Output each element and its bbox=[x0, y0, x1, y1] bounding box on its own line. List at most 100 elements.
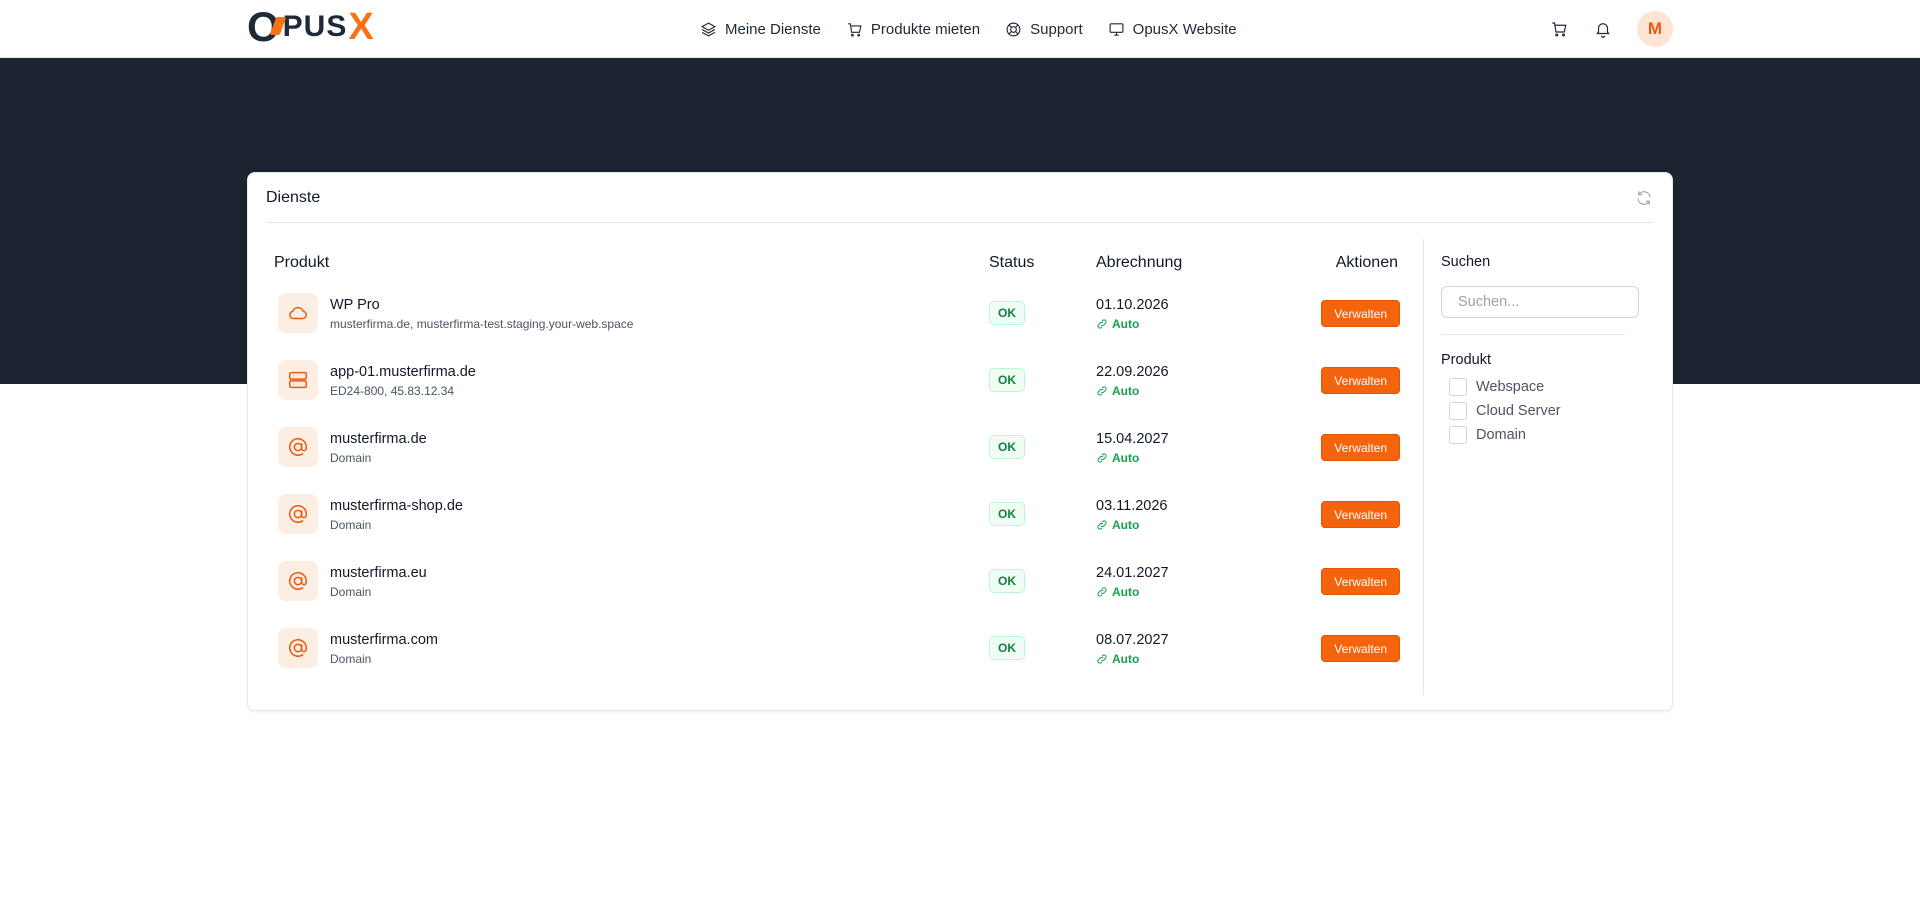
notifications-button[interactable] bbox=[1593, 19, 1613, 39]
billing-mode-label: Auto bbox=[1112, 384, 1140, 398]
card-title: Dienste bbox=[266, 188, 321, 206]
refresh-button[interactable] bbox=[1634, 188, 1654, 208]
billing-mode: Auto bbox=[1096, 585, 1139, 599]
table-row: musterfirma.eu Domain OK 24.01.2027 Auto… bbox=[273, 552, 1425, 619]
table-row: musterfirma.com Domain OK 08.07.2027 Aut… bbox=[273, 619, 1425, 686]
nav-item-meine-dienste[interactable]: Meine Dienste bbox=[700, 21, 821, 38]
status-badge: OK bbox=[989, 636, 1025, 660]
manage-button[interactable]: Verwalten bbox=[1321, 501, 1400, 528]
manage-button[interactable]: Verwalten bbox=[1321, 300, 1400, 327]
nav-item-support[interactable]: Support bbox=[1005, 21, 1083, 38]
bell-icon bbox=[1596, 23, 1610, 38]
nav-item-label: Support bbox=[1030, 20, 1083, 38]
at-icon bbox=[289, 639, 307, 657]
product-name: app-01.musterfirma.de bbox=[330, 364, 476, 380]
billing-mode-label: Auto bbox=[1112, 652, 1140, 666]
product-details: Domain bbox=[330, 451, 372, 465]
product-icon-tile bbox=[278, 628, 318, 668]
billing-mode: Auto bbox=[1096, 384, 1139, 398]
product-details: Domain bbox=[330, 518, 372, 532]
product-name: musterfirma.com bbox=[330, 632, 438, 648]
search-label: Suchen bbox=[1441, 254, 1491, 270]
product-name: musterfirma-shop.de bbox=[330, 498, 463, 514]
services-table: Produkt Status Abrechnung Aktionen WP Pr… bbox=[273, 238, 1425, 686]
product-details: Domain bbox=[330, 652, 372, 666]
filter-cloud-server[interactable]: Cloud Server bbox=[1449, 402, 1561, 420]
link-icon bbox=[1097, 654, 1107, 664]
billing-mode-label: Auto bbox=[1112, 518, 1140, 532]
top-navigation-bar: O PUS X Meine Dienste Produkte mieten Su… bbox=[0, 0, 1920, 58]
manage-button[interactable]: Verwalten bbox=[1321, 568, 1400, 595]
user-avatar[interactable]: M bbox=[1637, 11, 1673, 47]
checkbox[interactable] bbox=[1449, 402, 1467, 420]
manage-button[interactable]: Verwalten bbox=[1321, 367, 1400, 394]
filter-label: Produkt bbox=[1441, 352, 1491, 368]
product-details: Domain bbox=[330, 585, 372, 599]
filter-domain[interactable]: Domain bbox=[1449, 426, 1526, 444]
product-name: musterfirma.eu bbox=[330, 565, 427, 581]
billing-date: 22.09.2026 bbox=[1096, 364, 1169, 380]
billing-date: 24.01.2027 bbox=[1096, 565, 1169, 581]
nav-item-label: Meine Dienste bbox=[725, 20, 821, 38]
nav-item-produkte-mieten[interactable]: Produkte mieten bbox=[846, 21, 980, 38]
logo-letter-o: O bbox=[247, 3, 281, 50]
table-row: app-01.musterfirma.de ED24-800, 45.83.12… bbox=[273, 351, 1425, 418]
product-icon-tile bbox=[278, 494, 318, 534]
billing-date: 03.11.2026 bbox=[1096, 498, 1168, 514]
column-header-status: Status bbox=[989, 254, 1035, 271]
nav-item-label: OpusX Website bbox=[1132, 20, 1237, 38]
filter-option-label: Domain bbox=[1476, 427, 1526, 443]
sidebar-separator bbox=[1441, 334, 1625, 335]
cart-button[interactable] bbox=[1549, 19, 1569, 39]
sidebar-divider bbox=[1423, 239, 1424, 695]
table-row: musterfirma.de Domain OK 15.04.2027 Auto… bbox=[273, 418, 1425, 485]
cart-icon bbox=[1552, 22, 1567, 37]
product-icon-tile bbox=[278, 293, 318, 333]
product-icon-tile bbox=[278, 561, 318, 601]
table-row: musterfirma-shop.de Domain OK 03.11.2026… bbox=[273, 485, 1425, 552]
card-header: Dienste bbox=[266, 173, 1654, 223]
link-icon bbox=[1097, 319, 1107, 329]
opusx-logo[interactable]: O PUS X bbox=[247, 3, 375, 50]
logo-letters-pus: PUS bbox=[282, 10, 348, 43]
server-icon bbox=[289, 371, 307, 389]
filter-option-label: Cloud Server bbox=[1476, 403, 1561, 419]
checkbox[interactable] bbox=[1449, 426, 1467, 444]
billing-date: 15.04.2027 bbox=[1096, 431, 1169, 447]
layers-icon bbox=[700, 21, 717, 37]
billing-date: 01.10.2026 bbox=[1096, 297, 1169, 313]
checkbox[interactable] bbox=[1449, 378, 1467, 396]
billing-mode-label: Auto bbox=[1112, 451, 1140, 465]
manage-button[interactable]: Verwalten bbox=[1321, 635, 1400, 662]
link-icon bbox=[1097, 520, 1107, 530]
product-details: ED24-800, 45.83.12.34 bbox=[330, 384, 455, 398]
billing-mode: Auto bbox=[1096, 652, 1139, 666]
billing-date: 08.07.2027 bbox=[1096, 632, 1169, 648]
top-actions: M bbox=[1549, 11, 1673, 47]
nav-item-opusx-website[interactable]: OpusX Website bbox=[1108, 21, 1237, 38]
services-card: Dienste Produkt Status Abrechnung Aktion… bbox=[247, 172, 1673, 711]
column-header-product: Produkt bbox=[274, 254, 330, 271]
billing-mode: Auto bbox=[1096, 451, 1139, 465]
status-badge: OK bbox=[989, 435, 1025, 459]
search-input[interactable] bbox=[1441, 286, 1639, 318]
column-header-actions: Aktionen bbox=[1335, 254, 1398, 271]
billing-mode: Auto bbox=[1096, 317, 1139, 331]
at-icon bbox=[289, 438, 307, 456]
table-row: WP Pro musterfirma.de, musterfirma-test.… bbox=[273, 284, 1425, 351]
lifebuoy-icon bbox=[1006, 22, 1021, 36]
status-badge: OK bbox=[989, 502, 1025, 526]
filter-webspace[interactable]: Webspace bbox=[1449, 378, 1544, 396]
column-header-billing: Abrechnung bbox=[1096, 254, 1183, 271]
nav-item-label: Produkte mieten bbox=[870, 20, 981, 38]
product-icon-tile bbox=[278, 360, 318, 400]
manage-button[interactable]: Verwalten bbox=[1321, 434, 1400, 461]
main-nav: Meine Dienste Produkte mieten Support Op… bbox=[700, 0, 1237, 58]
billing-mode-label: Auto bbox=[1112, 585, 1140, 599]
status-badge: OK bbox=[989, 569, 1025, 593]
at-icon bbox=[289, 505, 307, 523]
product-icon-tile bbox=[278, 427, 318, 467]
table-header: Produkt Status Abrechnung Aktionen bbox=[273, 238, 1425, 284]
at-icon bbox=[289, 572, 307, 590]
billing-mode-label: Auto bbox=[1112, 317, 1140, 331]
